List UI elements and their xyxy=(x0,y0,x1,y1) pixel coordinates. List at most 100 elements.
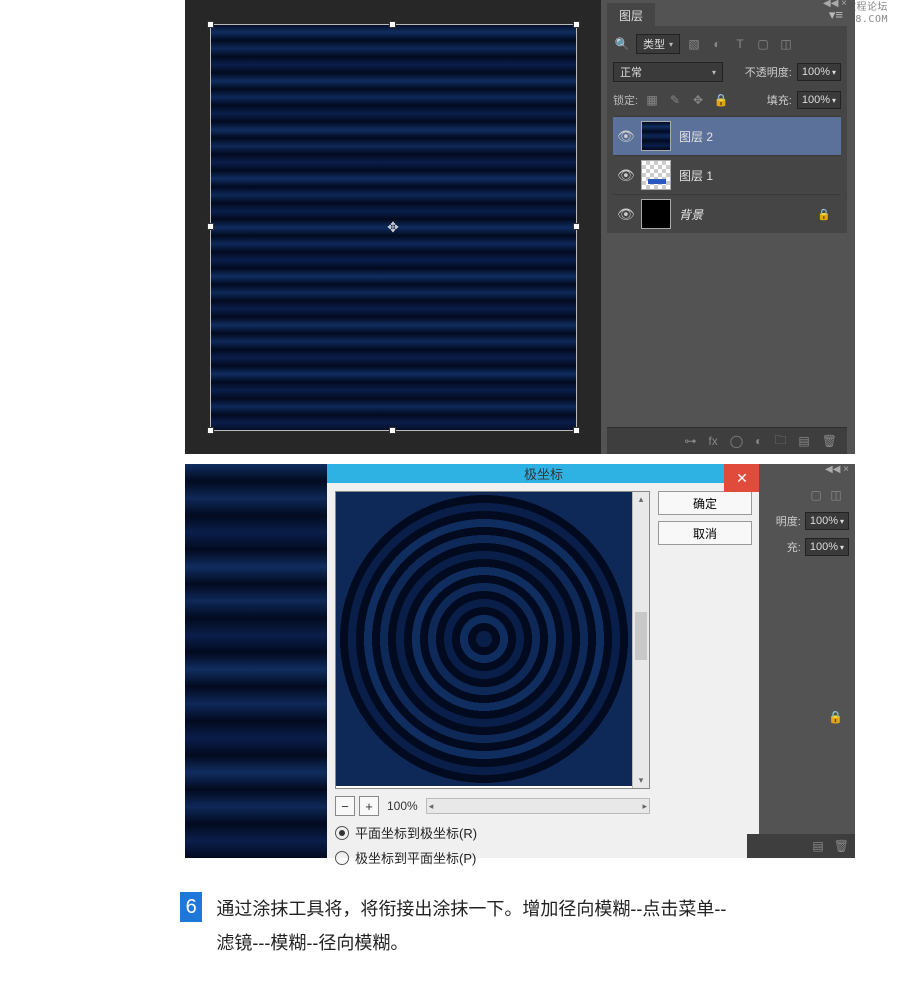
dialog-container: 极坐标 ✕ − + 100% ◂▸ xyxy=(327,464,855,858)
filter-adjust-icon[interactable]: ◐ xyxy=(708,35,726,53)
filter-shape-icon[interactable]: ▢ xyxy=(807,486,825,504)
visibility-eye-icon[interactable]: 👁 xyxy=(617,206,633,223)
filter-type-label: 类型 xyxy=(643,36,665,52)
visibility-eye-icon[interactable]: 👁 xyxy=(617,167,633,184)
panel-menu-icon[interactable]: ▾≡ xyxy=(829,7,847,23)
opacity-value-input[interactable]: 100% ▾ xyxy=(805,512,849,530)
transform-handle-bm[interactable] xyxy=(389,427,396,434)
filter-smart-icon[interactable]: ◫ xyxy=(777,35,795,53)
lock-label: 锁定: xyxy=(613,92,638,108)
trash-icon[interactable]: 🗑 xyxy=(822,434,837,448)
polar-preview-image[interactable] xyxy=(336,492,632,786)
chevron-down-icon: ▾ xyxy=(840,517,844,526)
panel-collapse-icon[interactable]: ◀◀ × xyxy=(823,0,847,9)
lock-icon: 🔒 xyxy=(828,710,843,724)
filter-row: 🔍 类型 ▾ ▧ ◐ T ▢ ◫ xyxy=(613,32,841,56)
layer-row[interactable]: 👁 背景 🔒 xyxy=(613,194,841,233)
layer-thumbnail[interactable] xyxy=(641,199,671,229)
transform-handle-mr[interactable] xyxy=(573,223,580,230)
radio-label: 极坐标到平面坐标(P) xyxy=(355,848,476,867)
layers-panel-partial: ◀◀ × ▢ ◫ 明度: 100% ▾ 充: 100% ▾ 🔒 xyxy=(759,464,855,858)
blend-mode-dropdown[interactable]: 正常 ▾ xyxy=(613,62,723,82)
dialog-titlebar[interactable]: 极坐标 ✕ xyxy=(327,464,760,483)
layer-name[interactable]: 图层 2 xyxy=(679,128,837,145)
fill-value: 100% xyxy=(802,94,830,106)
opacity-label-partial: 明度: xyxy=(776,513,801,529)
layers-list: 👁 图层 2 👁 图层 1 👁 背景 🔒 xyxy=(613,116,841,233)
radio-polar-to-rect[interactable]: 极坐标到平面坐标(P) xyxy=(335,848,650,867)
fill-value-input[interactable]: 100% ▾ xyxy=(805,538,849,556)
tutorial-step: 6 通过涂抹工具将，将衔接出涂抹一下。增加径向模糊--点击菜单--滤镜---模糊… xyxy=(180,892,740,960)
adjustment-layer-icon[interactable]: ◐ xyxy=(755,434,762,448)
dialog-body: − + 100% ◂▸ 平面坐标到极坐标(R) 极坐标到平面坐标(P) xyxy=(327,483,760,875)
fill-value-input[interactable]: 100% ▾ xyxy=(797,91,841,109)
vertical-scrollbar[interactable] xyxy=(632,492,649,788)
radio-label: 平面坐标到极坐标(R) xyxy=(355,823,477,842)
transform-bounds[interactable]: ✥ xyxy=(210,24,577,431)
link-layers-icon[interactable]: ⊶ xyxy=(684,434,696,448)
transform-handle-ml[interactable] xyxy=(207,223,214,230)
lock-all-icon[interactable]: 🔒 xyxy=(712,91,730,109)
dialog-buttons: 确定 取消 xyxy=(658,491,752,867)
layer-name[interactable]: 图层 1 xyxy=(679,167,837,184)
opacity-value: 100% xyxy=(802,66,830,78)
new-layer-icon[interactable]: ▤ xyxy=(812,839,823,853)
transform-handle-br[interactable] xyxy=(573,427,580,434)
layer-name[interactable]: 背景 xyxy=(679,206,809,223)
panel-collapse-icon[interactable]: ◀◀ × xyxy=(825,464,849,475)
new-layer-icon[interactable]: ▤ xyxy=(798,434,809,448)
preview-box xyxy=(335,491,650,789)
transform-handle-tm[interactable] xyxy=(389,21,396,28)
layers-panel-footer: ⊶ fx ◯ ◐ 🗀 ▤ 🗑 xyxy=(607,427,847,454)
layer-thumbnail[interactable] xyxy=(641,121,671,151)
filter-smart-icon[interactable]: ◫ xyxy=(827,486,845,504)
radio-icon xyxy=(335,826,349,840)
trash-icon[interactable]: 🗑 xyxy=(834,839,849,853)
layer-fx-icon[interactable]: fx xyxy=(708,434,717,448)
chevron-down-icon: ▾ xyxy=(669,40,673,49)
filter-type-icon[interactable]: T xyxy=(731,35,749,53)
cancel-button[interactable]: 取消 xyxy=(658,521,752,545)
zoom-in-button[interactable]: + xyxy=(359,796,379,816)
lock-paint-icon[interactable]: ✎ xyxy=(666,91,684,109)
radio-rect-to-polar[interactable]: 平面坐标到极坐标(R) xyxy=(335,823,650,842)
dialog-title: 极坐标 xyxy=(524,464,563,483)
ok-button[interactable]: 确定 xyxy=(658,491,752,515)
layer-row[interactable]: 👁 图层 1 xyxy=(613,155,841,194)
scrollbar-thumb[interactable] xyxy=(635,612,647,660)
lock-transparent-icon[interactable]: ▦ xyxy=(643,91,661,109)
tab-layers[interactable]: 图层 xyxy=(607,3,655,28)
filter-shape-icon[interactable]: ▢ xyxy=(754,35,772,53)
opacity-value: 100% xyxy=(810,515,838,527)
close-button[interactable]: ✕ xyxy=(724,464,760,492)
opacity-value-input[interactable]: 100% ▾ xyxy=(797,63,841,81)
layer-row[interactable]: 👁 图层 2 xyxy=(613,116,841,155)
lock-position-icon[interactable]: ✥ xyxy=(689,91,707,109)
transform-handle-tl[interactable] xyxy=(207,21,214,28)
chevron-down-icon: ▾ xyxy=(840,543,844,552)
fill-label-partial: 充: xyxy=(787,539,801,555)
radio-icon xyxy=(335,851,349,865)
fill-label: 填充: xyxy=(767,92,792,108)
blend-mode-value: 正常 xyxy=(620,64,642,80)
horizontal-scrollbar[interactable]: ◂▸ xyxy=(426,798,650,814)
step-text: 通过涂抹工具将，将衔接出涂抹一下。增加径向模糊--点击菜单--滤镜---模糊--… xyxy=(216,892,740,960)
canvas-content[interactable]: ✥ xyxy=(210,24,577,431)
group-icon[interactable]: 🗀 xyxy=(774,431,786,452)
transform-handle-tr[interactable] xyxy=(573,21,580,28)
filter-pixel-icon[interactable]: ▧ xyxy=(685,35,703,53)
zoom-out-button[interactable]: − xyxy=(335,796,355,816)
zoom-level: 100% xyxy=(387,799,418,813)
chevron-down-icon: ▾ xyxy=(712,68,716,77)
transform-handle-bl[interactable] xyxy=(207,427,214,434)
layer-thumbnail[interactable] xyxy=(641,160,671,190)
blend-row: 正常 ▾ 不透明度: 100% ▾ xyxy=(613,60,841,84)
visibility-eye-icon[interactable]: 👁 xyxy=(617,128,633,145)
layer-mask-icon[interactable]: ◯ xyxy=(730,434,743,448)
filter-type-dropdown[interactable]: 类型 ▾ xyxy=(636,34,680,54)
search-icon[interactable]: 🔍 xyxy=(613,35,631,53)
chevron-down-icon: ▾ xyxy=(832,68,836,77)
screenshot-layers-panel: ✥ ◀◀ × 图层 ▾≡ 🔍 类型 ▾ ▧ ◐ T ▢ ◫ xyxy=(185,0,855,454)
panel-tabs: 图层 ▾≡ xyxy=(607,4,847,26)
transform-center-icon[interactable]: ✥ xyxy=(386,220,400,234)
